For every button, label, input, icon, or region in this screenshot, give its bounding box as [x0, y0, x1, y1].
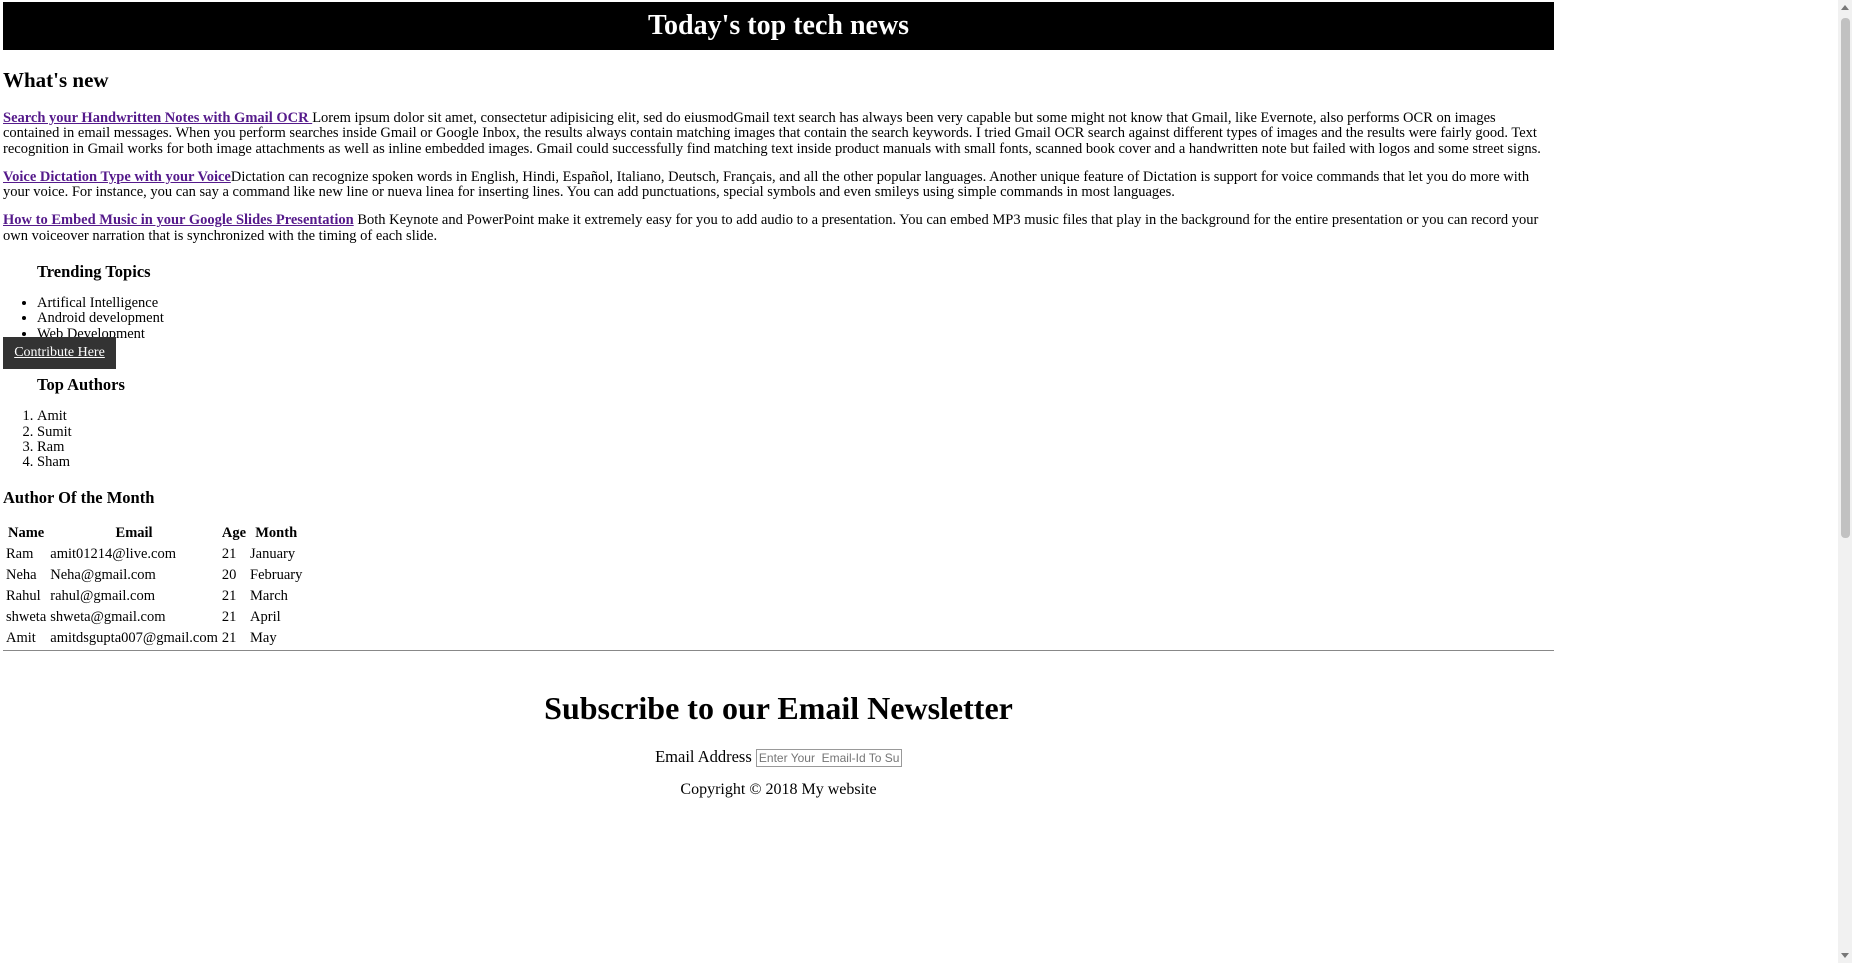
column-header: Name	[8, 525, 45, 542]
article: Voice Dictation Type with your VoiceDict…	[3, 168, 1548, 201]
list-item: Android development	[37, 311, 1548, 327]
table-cell: Amit	[6, 630, 36, 647]
list-item: Ram	[37, 439, 1548, 455]
trending-topics-heading: Trending Topics	[37, 262, 151, 282]
table-header-row: Name Email Age Month	[5, 524, 303, 543]
author-of-month-heading: Author Of the Month	[3, 488, 155, 508]
top-authors-heading: Top Authors	[37, 375, 125, 395]
list-item: Sumit	[37, 424, 1548, 440]
list-item: Sham	[37, 454, 1548, 470]
column-header: Age	[221, 525, 247, 542]
scroll-down-arrow-icon[interactable]	[1841, 953, 1849, 958]
table-row: shweta shweta@gmail.com 21 April	[5, 608, 303, 627]
article-link[interactable]: Search your Handwritten Notes with Gmail…	[3, 110, 312, 126]
table-row: Amit amitdsgupta007@gmail.com 21 May	[5, 629, 303, 648]
scroll-up-arrow-icon[interactable]	[1841, 5, 1849, 10]
table-row: Ram amit01214@live.com 21 January	[5, 545, 303, 564]
newsletter-section: Subscribe to our Email Newsletter Email …	[3, 690, 1554, 799]
list-item: Web Development	[37, 326, 1548, 342]
vertical-scrollbar[interactable]	[1838, 0, 1852, 963]
contribute-button[interactable]: Contribute Here	[3, 337, 116, 369]
table-cell: February	[250, 567, 303, 584]
article-text: Dictation can recognize spoken words in …	[3, 168, 1530, 201]
table-cell: shweta	[6, 609, 47, 626]
table-cell: amitdsgupta007@gmail.com	[50, 630, 218, 647]
table-cell: Neha	[6, 567, 37, 584]
table-cell: 21	[221, 546, 237, 563]
whats-new-heading: What's new	[3, 68, 109, 92]
table-cell: 20	[221, 567, 237, 584]
table-cell: March	[250, 588, 288, 605]
table-cell: January	[250, 546, 296, 563]
article: Search your Handwritten Notes with Gmail…	[3, 110, 1548, 157]
table-cell: shweta@gmail.com	[50, 609, 166, 626]
email-label: Email Address	[655, 747, 752, 766]
list-item: Artifical Intelligence	[37, 295, 1548, 311]
table-cell: rahul@gmail.com	[50, 588, 156, 605]
table-cell: Rahul	[6, 588, 41, 605]
table-cell: Neha@gmail.com	[50, 567, 156, 584]
top-authors-list: Amit Sumit Ram Sham	[3, 408, 1548, 470]
email-input[interactable]	[755, 749, 902, 768]
page-title: Today's top tech news	[647, 10, 910, 41]
author-of-month-table: Name Email Age Month Ram amit01214@live.…	[3, 522, 305, 650]
scroll-thumb[interactable]	[1841, 18, 1850, 538]
column-header: Month	[255, 525, 298, 542]
table-cell: 21	[221, 630, 237, 647]
article-link[interactable]: How to Embed Music in your Google Slides…	[3, 212, 354, 228]
divider	[3, 650, 1554, 651]
page-header: Today's top tech news	[3, 2, 1554, 50]
email-row: Email Address	[3, 747, 1554, 768]
article: How to Embed Music in your Google Slides…	[3, 213, 1548, 244]
table-row: Rahul rahul@gmail.com 21 March	[5, 587, 303, 606]
table-cell: May	[250, 630, 277, 647]
column-header: Email	[115, 525, 153, 542]
newsletter-heading: Subscribe to our Email Newsletter	[544, 690, 1013, 726]
table-cell: Ram	[6, 546, 34, 563]
contribute-link[interactable]: Contribute Here	[14, 345, 105, 360]
table-cell: 21	[221, 588, 237, 605]
page: Today's top tech news What's new Search …	[0, 0, 1852, 963]
trending-topics-list: Artifical Intelligence Android developme…	[3, 295, 1548, 357]
main-content: What's new Search your Handwritten Notes…	[3, 50, 1548, 650]
table-cell: 21	[221, 609, 237, 626]
article-link[interactable]: Voice Dictation Type with your Voice	[3, 169, 231, 185]
list-item: Mobile Apps	[37, 341, 1548, 357]
copyright: Copyright © 2018 My website	[680, 781, 877, 799]
table-cell: April	[250, 609, 281, 626]
table-cell: amit01214@live.com	[50, 546, 176, 563]
list-item: Amit	[37, 408, 1548, 424]
table-row: Neha Neha@gmail.com 20 February	[5, 566, 303, 585]
